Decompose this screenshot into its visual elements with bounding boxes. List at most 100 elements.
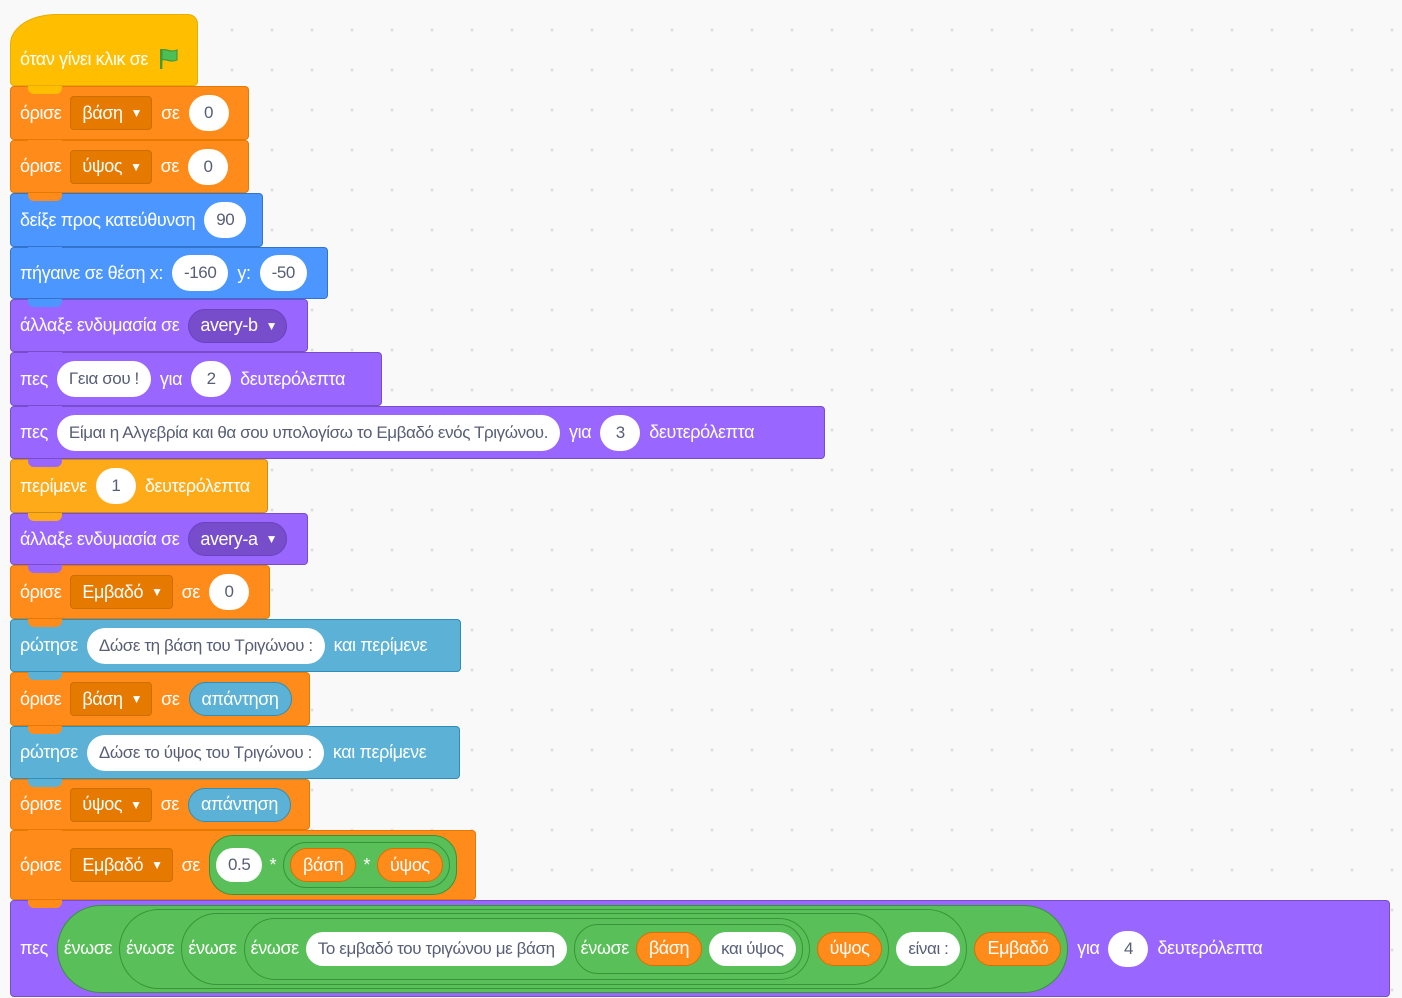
to-label: σε <box>161 688 180 709</box>
multiply-operator[interactable]: βάση * ύψος <box>283 842 450 888</box>
for-label: για <box>159 368 183 389</box>
join-label: ένωσε <box>63 938 113 958</box>
set-variable-block[interactable]: όρισε ύψος ▼ σε 0 <box>10 140 249 193</box>
block-label: δείξε προς κατεύθυνση <box>20 209 196 230</box>
answer-reporter[interactable]: απάντηση <box>187 787 292 822</box>
join-operator[interactable]: ένωσε βάση και ύψος <box>573 923 803 974</box>
when-flag-clicked-block[interactable]: όταν γίνει κλικ σε <box>10 14 198 86</box>
switch-costume-block[interactable]: άλλαξε ενδυμασία σε avery-a ▼ <box>10 513 308 565</box>
text-input[interactable]: Το εμβαδό του τριγώνου με βάση <box>305 931 567 966</box>
multiply-sign: * <box>363 854 370 875</box>
variable-dropdown[interactable]: Εμβαδό ▼ <box>70 575 173 609</box>
variable-dropdown[interactable]: ύψος ▼ <box>70 787 152 822</box>
variable-dropdown[interactable]: βάση ▼ <box>70 96 153 130</box>
join-label: ένωσε <box>188 938 237 958</box>
x-input[interactable]: -160 <box>171 255 229 291</box>
question-input[interactable]: Δώσε τη βάση του Τριγώνου : <box>86 627 325 664</box>
say-for-secs-block[interactable]: πες ένωσε ένωσε ένωσε ένωσε Το εμβαδό το… <box>10 900 1390 997</box>
join-label: ένωσε <box>126 938 175 958</box>
block-label: όρισε <box>20 854 62 875</box>
base-reporter[interactable]: βάση <box>635 931 703 966</box>
costume-dropdown[interactable]: avery-a ▼ <box>188 522 288 556</box>
say-for-secs-block[interactable]: πες Είμαι η Αλγεβρία και θα σου υπολογίσ… <box>10 406 825 459</box>
costume-dropdown[interactable]: avery-b ▼ <box>188 308 288 343</box>
block-label: πες <box>20 422 48 442</box>
set-area-block[interactable]: όρισε Εμβαδό ▼ σε 0.5 * βάση * ύψος <box>10 830 476 900</box>
value-input[interactable]: 0 <box>188 95 229 131</box>
dropdown-value: Εμβαδό <box>82 581 144 602</box>
block-label: όταν γίνει κλικ σε <box>20 48 148 69</box>
join-label: ένωσε <box>250 938 300 958</box>
set-variable-block[interactable]: όρισε Εμβαδό ▼ σε 0 <box>10 565 270 619</box>
text-input[interactable]: και ύψος <box>709 931 796 966</box>
dropdown-value: avery-a <box>200 528 258 549</box>
question-input[interactable]: Δώσε το ύψος του Τριγώνου : <box>86 734 324 771</box>
ask-and-wait-block[interactable]: ρώτησε Δώσε το ύψος του Τριγώνου : και π… <box>10 726 460 779</box>
variable-dropdown[interactable]: Εμβαδό ▼ <box>70 848 173 882</box>
seconds-input[interactable]: 4 <box>1108 930 1149 967</box>
ask-and-wait-block[interactable]: ρώτησε Δώσε τη βάση του Τριγώνου : και π… <box>10 619 461 672</box>
dropdown-value: avery-b <box>200 315 258 335</box>
for-label: για <box>569 422 592 442</box>
green-flag-icon <box>159 48 178 69</box>
point-in-direction-block[interactable]: δείξε προς κατεύθυνση 90 <box>10 193 263 247</box>
value-input[interactable]: 0 <box>187 148 228 185</box>
variable-dropdown[interactable]: ύψος ▼ <box>70 149 152 184</box>
dropdown-value: ύψος <box>82 794 123 814</box>
wait-block[interactable]: περίμενε 1 δευτερόλεπτα <box>10 459 268 513</box>
seconds-input[interactable]: 3 <box>600 414 641 451</box>
value-input[interactable]: 0 <box>209 574 249 610</box>
base-reporter[interactable]: βάση <box>290 848 357 882</box>
dropdown-arrow-icon: ▼ <box>265 532 278 546</box>
dropdown-arrow-icon: ▼ <box>130 106 143 120</box>
join-operator[interactable]: ένωσε ένωσε ένωσε Το εμβαδό του τριγώνου… <box>119 908 968 989</box>
block-label: όρισε <box>20 156 62 176</box>
join-operator[interactable]: ένωσε Το εμβαδό του τριγώνου με βάση ένω… <box>243 917 810 980</box>
unit-label: δευτερόλεπτα <box>144 475 250 496</box>
number-input[interactable]: 0.5 <box>216 848 263 882</box>
say-for-secs-block[interactable]: πες Γεια σου ! για 2 δευτερόλεπτα <box>10 352 382 406</box>
join-operator[interactable]: ένωσε ένωσε ένωσε ένωσε Το εμβαδό του τρ… <box>56 904 1069 993</box>
set-variable-block[interactable]: όρισε ύψος ▼ σε απάντηση <box>10 779 310 830</box>
script-canvas[interactable]: όταν γίνει κλικ σε όρισε βάση ▼ σε 0 όρι… <box>0 0 1402 998</box>
join-operator[interactable]: ένωσε ένωσε Το εμβαδό του τριγώνου με βά… <box>181 912 890 985</box>
dropdown-arrow-icon: ▼ <box>151 585 163 599</box>
to-label: σε <box>161 102 180 123</box>
dropdown-value: ύψος <box>82 156 123 176</box>
dropdown-arrow-icon: ▼ <box>130 692 143 706</box>
direction-input[interactable]: 90 <box>204 202 247 238</box>
seconds-input[interactable]: 2 <box>191 361 232 397</box>
set-variable-block[interactable]: όρισε βάση ▼ σε 0 <box>10 86 249 140</box>
wait-label: και περίμενε <box>333 635 428 655</box>
message-input[interactable]: Είμαι η Αλγεβρία και θα σου υπολογίσω το… <box>56 414 561 451</box>
to-label: σε <box>160 156 180 176</box>
wait-label: και περίμενε <box>332 742 427 762</box>
set-variable-block[interactable]: όρισε βάση ▼ σε απάντηση <box>10 672 310 726</box>
block-label: περίμενε <box>20 475 87 496</box>
dropdown-value: Εμβαδό <box>82 854 144 875</box>
seconds-input[interactable]: 1 <box>95 468 136 504</box>
variable-dropdown[interactable]: βάση ▼ <box>70 682 153 716</box>
message-input[interactable]: Γεια σου ! <box>56 361 151 397</box>
block-label: πήγαινε σε θέση x: <box>20 262 163 283</box>
block-label: όρισε <box>20 688 62 709</box>
block-label: ρώτησε <box>20 742 78 762</box>
text-input[interactable]: είναι : <box>896 931 961 966</box>
unit-label: δευτερόλεπτα <box>1157 938 1263 958</box>
area-reporter[interactable]: Εμβαδό <box>974 931 1062 966</box>
multiply-operator[interactable]: 0.5 * βάση * ύψος <box>209 835 457 895</box>
block-label: άλλαξε ενδυμασία σε <box>20 315 180 335</box>
to-label: σε <box>160 794 180 814</box>
block-label: ρώτησε <box>20 635 78 655</box>
block-label: όρισε <box>20 794 62 814</box>
height-reporter[interactable]: ύψος <box>816 931 883 966</box>
go-to-xy-block[interactable]: πήγαινε σε θέση x: -160 y: -50 <box>10 247 328 299</box>
dropdown-value: βάση <box>82 688 123 709</box>
height-reporter[interactable]: ύψος <box>376 848 443 882</box>
dropdown-arrow-icon: ▼ <box>265 318 278 333</box>
switch-costume-block[interactable]: άλλαξε ενδυμασία σε avery-b ▼ <box>10 299 308 352</box>
answer-reporter[interactable]: απάντηση <box>188 682 292 716</box>
y-input[interactable]: -50 <box>259 255 307 291</box>
block-label: όρισε <box>20 581 62 602</box>
dropdown-arrow-icon: ▼ <box>130 797 142 812</box>
